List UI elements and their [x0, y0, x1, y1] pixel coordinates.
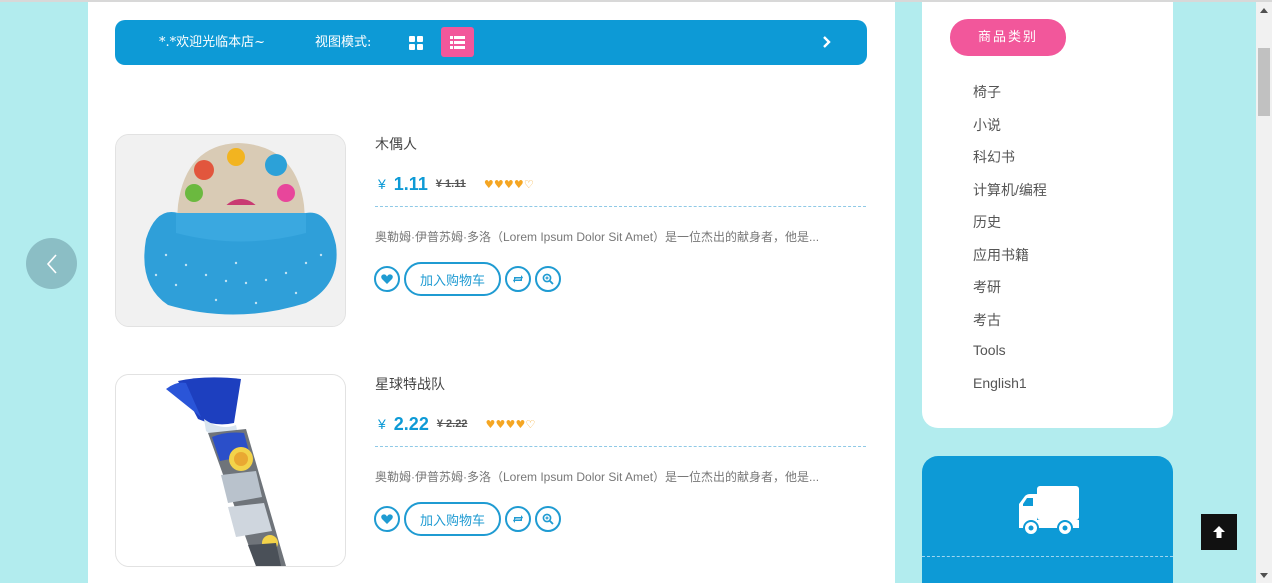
- product-description: 奥勒姆·伊普苏姆·多洛（Lorem Ipsum Dolor Sit Amet）是…: [375, 230, 820, 244]
- category-item[interactable]: 科幻书: [973, 147, 1047, 180]
- gift-cone-image: [116, 375, 345, 566]
- heart-icon: [381, 513, 393, 524]
- old-price-value: ¥ 1.11: [435, 178, 466, 190]
- category-title: 商品类别: [950, 19, 1066, 56]
- old-price-value: ¥ 2.22: [436, 418, 468, 430]
- star-full-icon: ♥: [485, 417, 496, 431]
- scrollbar-thumb[interactable]: [1258, 48, 1270, 116]
- product-image[interactable]: [115, 374, 346, 567]
- product-price: 1.11: [393, 173, 428, 194]
- category-item[interactable]: 考研: [973, 277, 1047, 310]
- compare-button[interactable]: [505, 506, 532, 532]
- category-item[interactable]: English1: [973, 375, 1047, 408]
- star-full-icon: ♥: [495, 417, 506, 431]
- product-actions: 加入购物车: [374, 502, 562, 536]
- price-row: ¥ 2.22 ¥ 2.22 ♥ ♥ ♥ ♥ ♡: [378, 412, 535, 436]
- quick-view-button[interactable]: [535, 266, 562, 292]
- category-item[interactable]: 历史: [973, 212, 1047, 245]
- repeat-icon: [513, 275, 524, 283]
- chevron-left-icon: [46, 253, 57, 274]
- carousel-prev-button[interactable]: [26, 238, 77, 289]
- old-price: ¥ 1.11: [436, 178, 466, 190]
- product-item: 星球特战队 ¥ 2.22 ¥ 2.22 ♥ ♥ ♥ ♥ ♡ 奥勒姆·伊普苏姆·多洛（Lo…: [115, 374, 867, 567]
- star-full-icon: ♥: [503, 177, 514, 191]
- left-background: [0, 2, 88, 583]
- compare-button[interactable]: [505, 266, 532, 292]
- product-name[interactable]: 木偶人: [375, 134, 417, 154]
- add-to-cart-button[interactable]: 加入购物车: [404, 502, 502, 536]
- grid-view-button[interactable]: [404, 31, 428, 55]
- next-page-button[interactable]: [815, 30, 839, 54]
- currency-symbol: ¥: [378, 176, 386, 192]
- old-price: ¥ 2.22: [437, 418, 468, 430]
- truck-icon: [1019, 486, 1079, 536]
- currency-symbol: ¥: [378, 416, 386, 432]
- category-item[interactable]: 应用书籍: [973, 245, 1047, 278]
- triangle-up-icon: [1260, 7, 1268, 13]
- scroll-up-button[interactable]: [1256, 2, 1272, 18]
- quick-view-button[interactable]: [535, 506, 562, 532]
- shop-toolbar: *.*欢迎光临本店~ 视图模式:: [115, 20, 867, 65]
- category-item[interactable]: 小说: [973, 115, 1047, 148]
- product-divider: [375, 446, 866, 447]
- product-item: 木偶人 ¥ 1.11 ¥ 1.11 ♥ ♥ ♥ ♥ ♡ 奥勒姆·伊普苏姆·多洛（Lore…: [115, 134, 867, 327]
- star-full-icon: ♥: [513, 177, 524, 191]
- category-item[interactable]: Tools: [973, 342, 1047, 375]
- category-item[interactable]: 计算机/编程: [973, 180, 1047, 213]
- price-row: ¥ 1.11 ¥ 1.11 ♥ ♥ ♥ ♥ ♡: [378, 172, 534, 196]
- page-scrollbar[interactable]: [1256, 2, 1272, 583]
- list-view-icon: [450, 35, 465, 49]
- view-mode-label: 视图模式:: [315, 35, 372, 50]
- welcome-text: *.*欢迎光临本店~: [159, 35, 266, 50]
- triangle-down-icon: [1260, 572, 1268, 578]
- back-to-top-button[interactable]: [1201, 514, 1237, 550]
- list-view-button[interactable]: [441, 27, 474, 57]
- grid-view-icon: [409, 36, 423, 50]
- chevron-right-icon: [823, 36, 831, 48]
- category-item[interactable]: 考古: [973, 310, 1047, 343]
- rating-stars: ♥ ♥ ♥ ♥ ♡: [484, 178, 534, 191]
- repeat-icon: [513, 515, 524, 523]
- star-empty-icon: ♡: [525, 417, 536, 431]
- star-full-icon: ♥: [493, 177, 504, 191]
- product-image[interactable]: [115, 134, 346, 327]
- wishlist-button[interactable]: [374, 266, 400, 292]
- scroll-down-button[interactable]: [1256, 567, 1272, 583]
- arrow-up-icon: [1213, 526, 1225, 538]
- shipping-card: [922, 456, 1173, 583]
- zoom-icon: [542, 273, 554, 285]
- category-sidebar: 商品类别 椅子 小说 科幻书 计算机/编程 历史 应用书籍 考研 考古 Tool…: [922, 2, 1173, 428]
- star-full-icon: ♥: [483, 177, 494, 191]
- star-empty-icon: ♡: [523, 177, 534, 191]
- rating-stars: ♥ ♥ ♥ ♥ ♡: [485, 418, 535, 431]
- heart-icon: [381, 273, 393, 284]
- add-to-cart-button[interactable]: 加入购物车: [404, 262, 502, 296]
- product-divider: [375, 206, 866, 207]
- shipping-divider: [922, 556, 1173, 557]
- product-name[interactable]: 星球特战队: [375, 374, 445, 394]
- star-full-icon: ♥: [505, 417, 516, 431]
- product-actions: 加入购物车: [374, 262, 562, 296]
- product-price: 2.22: [393, 413, 429, 434]
- zoom-icon: [542, 513, 554, 525]
- category-item[interactable]: 椅子: [973, 82, 1047, 115]
- category-list: 椅子 小说 科幻书 计算机/编程 历史 应用书籍 考研 考古 Tools Eng…: [973, 82, 1047, 407]
- bucket-hat-image: [116, 135, 345, 326]
- product-description: 奥勒姆·伊普苏姆·多洛（Lorem Ipsum Dolor Sit Amet）是…: [375, 470, 820, 484]
- star-full-icon: ♥: [515, 417, 526, 431]
- wishlist-button[interactable]: [374, 506, 400, 532]
